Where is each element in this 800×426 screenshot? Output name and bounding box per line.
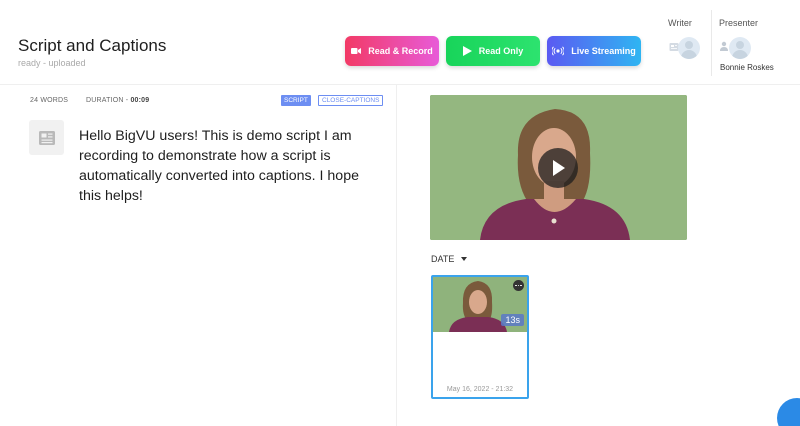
writer-avatar[interactable] xyxy=(678,37,700,59)
video-player[interactable] xyxy=(430,95,687,240)
word-count: 24 WORDS xyxy=(30,97,69,104)
script-duration: DURATION - 00:09 xyxy=(86,97,149,104)
chat-launcher-button[interactable] xyxy=(777,398,800,426)
script-text[interactable]: Hello BigVU users! This is demo script I… xyxy=(79,126,379,206)
video-camera-icon xyxy=(351,48,362,54)
video-date: May 16, 2022 - 21:32 xyxy=(446,386,514,393)
live-streaming-button[interactable]: Live Streaming xyxy=(547,36,641,66)
presenter-name: Bonnie Roskes xyxy=(720,63,774,72)
duration-value: 00:09 xyxy=(130,97,150,104)
upload-status: ready - uploaded xyxy=(18,58,86,68)
date-sort-label: DATE xyxy=(431,254,455,264)
newspaper-icon xyxy=(38,130,55,145)
caret-down-icon xyxy=(461,257,468,261)
date-sort-dropdown[interactable]: DATE xyxy=(431,254,468,264)
presenter-avatar[interactable] xyxy=(729,37,751,59)
more-options-button[interactable] xyxy=(513,280,524,291)
read-only-button[interactable]: Read Only xyxy=(446,36,540,66)
roles-divider xyxy=(711,10,712,76)
header-divider xyxy=(0,84,800,85)
duration-label: DURATION - xyxy=(86,97,129,104)
video-duration-badge: 13s xyxy=(501,314,524,326)
column-divider xyxy=(396,85,397,426)
script-thumbnail xyxy=(29,120,64,155)
writer-label: Writer xyxy=(668,18,692,28)
read-only-label: Read Only xyxy=(478,46,524,56)
tab-close-captions[interactable]: CLOSE-CAPTIONS xyxy=(318,95,384,106)
read-record-button[interactable]: Read & Record xyxy=(345,36,439,66)
broadcast-icon xyxy=(552,46,565,56)
page-title: Script and Captions xyxy=(18,36,167,55)
play-icon xyxy=(462,46,472,56)
presenter-label: Presenter xyxy=(719,18,759,28)
tab-script[interactable]: SCRIPT xyxy=(281,95,311,106)
video-card[interactable]: 13s May 16, 2022 - 21:32 xyxy=(431,275,529,399)
app-page: Script and Captions ready - uploaded Rea… xyxy=(0,0,800,426)
live-streaming-label: Live Streaming xyxy=(571,46,636,56)
play-icon xyxy=(553,160,565,176)
read-record-label: Read & Record xyxy=(368,46,433,56)
play-button[interactable] xyxy=(538,148,578,188)
person-icon xyxy=(720,41,728,51)
video-thumbnail[interactable]: 13s xyxy=(433,277,527,332)
